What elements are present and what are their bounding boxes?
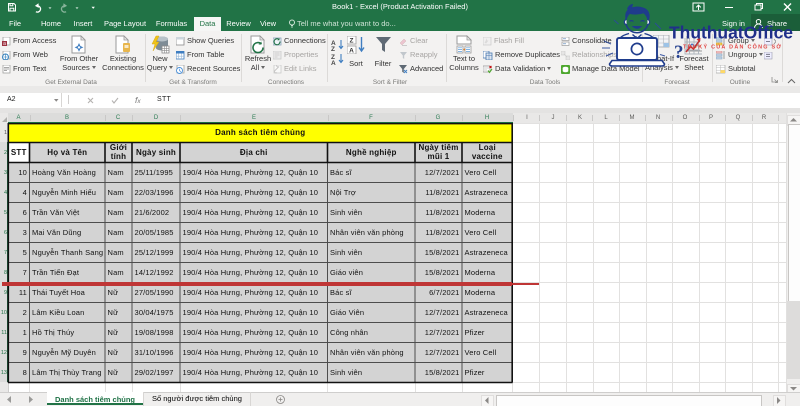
svg-text:a: a	[3, 41, 6, 46]
svg-text:Z: Z	[331, 46, 335, 51]
svg-text:A: A	[349, 48, 354, 55]
svg-text:ThuthuatOffice: ThuthuatOffice	[669, 23, 793, 43]
svg-text:Z: Z	[350, 38, 354, 45]
svg-text:TRI KỶ CỦA DÂN CÔNG SỞ: TRI KỶ CỦA DÂN CÔNG SỞ	[683, 43, 782, 51]
